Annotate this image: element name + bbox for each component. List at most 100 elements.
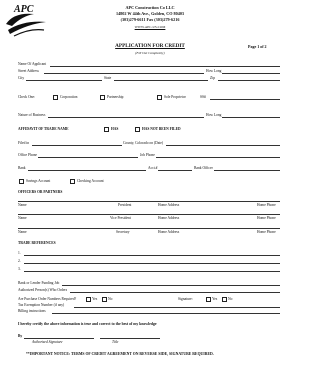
field-city[interactable]	[26, 80, 102, 81]
certify-statement: I hereby certify the above information i…	[18, 322, 157, 326]
logo-text: APC	[14, 4, 34, 15]
officer-row-line[interactable]	[18, 201, 280, 202]
field-county-date[interactable]	[166, 145, 280, 146]
field-state[interactable]	[114, 80, 208, 81]
officers-heading: OFFICERS OR PARTNERS	[18, 190, 63, 194]
checkbox-partnership[interactable]	[100, 95, 105, 100]
label-ss: SS#	[200, 95, 206, 99]
officer-row-line[interactable]	[18, 214, 280, 215]
label-po-yes: Yes	[92, 297, 98, 301]
label-signature: Signature:	[178, 297, 193, 301]
label-bank-officer: Bank Officer	[194, 166, 213, 170]
checkbox-corporation[interactable]	[53, 95, 58, 100]
label-sole-proprietor: Sole Proprietor	[164, 95, 186, 99]
checkbox-sole-proprietor[interactable]	[157, 95, 162, 100]
field-nature-business[interactable]	[48, 117, 204, 118]
checkbox-po-no[interactable]	[102, 297, 107, 302]
label-corporation: Corporation	[60, 95, 78, 99]
officer-phone-label: Home Phone	[257, 203, 276, 207]
field-bank-officer[interactable]	[214, 170, 280, 171]
officer-row-line[interactable]	[18, 228, 280, 229]
form-subtitle: (Fill Out Completely)	[135, 51, 165, 55]
label-auth-signature: Authorized Signature	[32, 340, 63, 344]
trade-item-line[interactable]	[24, 263, 280, 264]
label-tax-exempt: Tax Exemption Number (if any)	[18, 303, 65, 307]
company-name: APC Construction Co LLC	[125, 5, 175, 10]
officer-title-label: President	[118, 203, 132, 207]
label-bank-funding: Bank or Lender Funding Job	[18, 281, 60, 285]
label-bank: Bank	[18, 166, 26, 170]
officer-address-label: Home Address	[158, 203, 180, 207]
label-how-long: How Long	[206, 69, 222, 73]
field-billing[interactable]	[52, 313, 280, 314]
label-billing: Billing instructions	[18, 309, 46, 313]
field-how-long[interactable]	[222, 73, 280, 74]
label-street: Street Address	[18, 69, 39, 73]
trade-item-line[interactable]	[24, 271, 280, 272]
form-title: APPLICATION FOR CREDIT	[115, 43, 185, 49]
field-name-applicant[interactable]	[50, 66, 280, 67]
field-office-phone[interactable]	[38, 157, 138, 158]
label-partnership: Partnership	[107, 95, 124, 99]
field-authorized-signature[interactable]	[24, 338, 94, 339]
label-how-long-2: How Long	[206, 113, 222, 117]
checkbox-has-not[interactable]	[135, 127, 140, 132]
label-city: City	[18, 76, 25, 80]
field-acct[interactable]	[158, 170, 192, 171]
checkbox-savings[interactable]	[19, 179, 24, 184]
officer-address-label: Home Address	[158, 230, 180, 234]
field-ss[interactable]	[210, 99, 280, 100]
company-logo: APC	[4, 4, 48, 38]
label-state: State	[104, 76, 112, 80]
label-job-phone: Job Phone	[140, 153, 155, 157]
field-bank-funding[interactable]	[62, 285, 280, 286]
officer-name-label: Name	[18, 203, 27, 207]
trade-item-line[interactable]	[24, 255, 280, 256]
label-checking: Checking Account	[77, 179, 104, 183]
label-po-no: No	[108, 297, 113, 301]
officer-name-label: Name	[18, 230, 27, 234]
field-how-long-2[interactable]	[222, 117, 280, 118]
trade-item-number: 1.	[18, 251, 21, 255]
label-sig-no: No	[228, 297, 233, 301]
company-website[interactable]: WWW.APC-US.COM	[80, 25, 220, 30]
trade-item-number: 3.	[18, 267, 21, 271]
label-acct: Acct.#	[148, 166, 158, 170]
label-office-phone: Office Phone	[18, 153, 37, 157]
checkbox-po-yes[interactable]	[86, 297, 91, 302]
checkbox-has[interactable]	[104, 127, 109, 132]
label-has: HAS	[111, 127, 119, 131]
field-authorized[interactable]	[70, 292, 280, 293]
officer-name-label: Name	[18, 216, 27, 220]
trade-heading: TRADE REFERENCES	[18, 241, 56, 245]
label-by: By	[18, 334, 23, 338]
label-savings: Savings Account	[26, 179, 51, 183]
label-title: Title	[112, 340, 119, 344]
label-po-required: Are Purchase Order Numbers Required?	[18, 297, 77, 301]
checkbox-sig-yes[interactable]	[206, 297, 211, 302]
field-filed-in[interactable]	[32, 145, 122, 146]
company-address: 14802 W 44th Ave., Golden, CO 80403	[115, 11, 185, 16]
label-has-not: HAS NOT BEEN FILED	[142, 127, 181, 131]
field-street[interactable]	[44, 73, 204, 74]
page-number: Page 1 of 2	[248, 44, 267, 49]
label-filed-in: Filed in	[18, 141, 30, 145]
field-tax-exempt[interactable]	[74, 307, 280, 308]
label-authorized: Authorized Person(s) Who Orders	[18, 288, 68, 292]
checkbox-sig-no[interactable]	[222, 297, 227, 302]
officer-title-label: Vice President	[110, 216, 131, 220]
officer-title-label: Secretary	[116, 230, 130, 234]
field-title[interactable]	[100, 338, 160, 339]
label-county-date: County, Colorado on (Date)	[123, 141, 164, 145]
label-check-one: Check One:	[18, 95, 36, 99]
company-phones: (303)279-6611 Fax (303)279-6216	[120, 17, 180, 22]
officer-address-label: Home Address	[158, 216, 180, 220]
field-zip[interactable]	[218, 80, 280, 81]
label-affidavit: AFFIDAVIT OF TRADE NAME	[18, 127, 69, 131]
label-sig-yes: Yes	[212, 297, 218, 301]
important-notice: **IMPORTANT NOTICE: TERMS OF CREDIT AGRE…	[26, 352, 214, 356]
field-bank[interactable]	[28, 170, 146, 171]
field-job-phone[interactable]	[156, 157, 280, 158]
label-zip: Zip	[210, 76, 215, 80]
checkbox-checking[interactable]	[70, 179, 75, 184]
